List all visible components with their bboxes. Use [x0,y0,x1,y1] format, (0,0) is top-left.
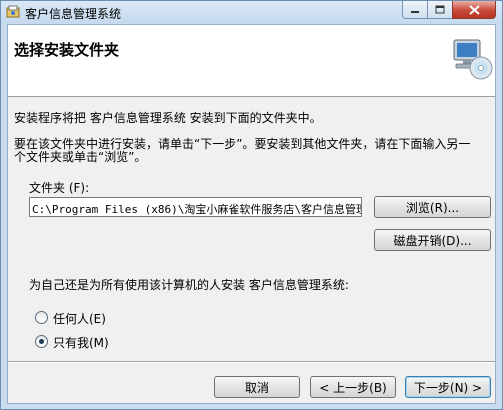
page-title: 选择安装文件夹 [14,41,120,59]
window-title: 客户信息管理系统 [25,7,122,21]
close-icon [468,4,480,15]
minimize-button[interactable] [402,1,428,19]
radio-just-me[interactable] [35,335,48,348]
dialog-content: 选择安装文件夹 安装程序将把 客户信息管理系统 安装到下面的文件夹中。 要在该文… [7,24,496,404]
title-bar[interactable]: 客户信息管理系统 [1,1,502,23]
intro-text-1: 安装程序将把 客户信息管理系统 安装到下面的文件夹中。 [14,111,322,125]
folder-path-input[interactable]: C:\Program Files (x86)\淘宝小麻雀软件服务店\客户信息管理 [29,197,362,217]
browse-button[interactable]: 浏览(R)... [374,196,491,218]
radio-everyone[interactable] [35,311,48,324]
next-button[interactable]: 下一步(N) > [405,376,491,398]
back-button[interactable]: < 上一步(B) [310,376,396,398]
wizard-header: 选择安装文件夹 [8,25,495,97]
disk-cost-button[interactable]: 磁盘开销(D)... [374,229,491,251]
install-for-question: 为自己还是为所有使用该计算机的人安装 客户信息管理系统: [29,278,349,292]
computer-disc-icon [453,39,493,80]
intro-text-3: 个文件夹或单击“浏览”。 [14,150,147,164]
installer-app-icon [6,5,20,18]
footer-divider [8,361,495,363]
folder-label: 文件夹 (F): [29,181,90,195]
maximize-icon [435,5,445,14]
cancel-button[interactable]: 取消 [214,376,300,398]
radio-everyone-label[interactable]: 任何人(E) [53,310,106,327]
radio-just-me-label[interactable]: 只有我(M) [53,334,109,351]
minimize-icon [411,10,419,13]
installer-window: 客户信息管理系统 选择安装文件夹 安装程序将把 客户信息管理系统 安装到下面的文… [0,0,503,410]
maximize-button[interactable] [427,1,453,19]
close-button[interactable] [452,1,496,19]
